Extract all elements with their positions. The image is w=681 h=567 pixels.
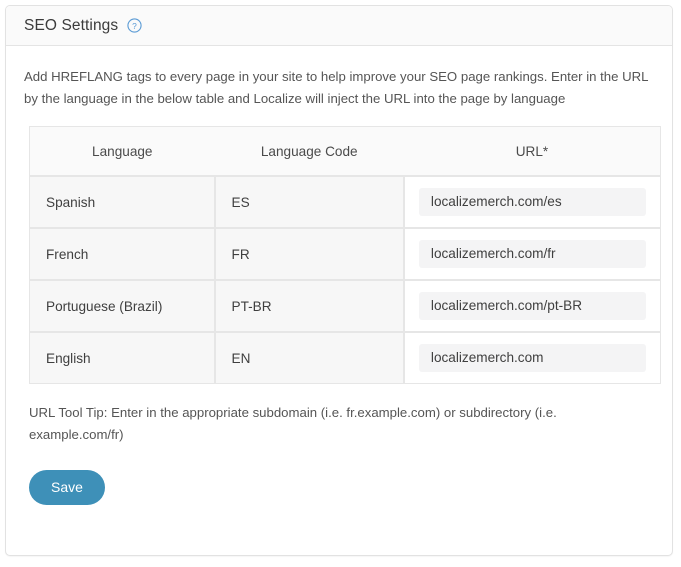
- cell-url: [403, 176, 661, 228]
- cell-language-code: FR: [214, 228, 404, 280]
- column-header-language: Language: [29, 126, 215, 176]
- url-input-english[interactable]: [418, 344, 646, 372]
- cell-language-code: ES: [214, 176, 404, 228]
- table-row: Portuguese (Brazil) PT-BR: [29, 280, 661, 332]
- url-tooltip-note: URL Tool Tip: Enter in the appropriate s…: [29, 405, 557, 442]
- card-body: Add HREFLANG tags to every page in your …: [6, 46, 672, 505]
- url-input-portuguese-brazil[interactable]: [418, 292, 646, 320]
- column-header-url: URL*: [403, 126, 661, 176]
- cell-language-code: EN: [214, 332, 404, 384]
- url-input-french[interactable]: [418, 240, 646, 268]
- svg-text:?: ?: [132, 21, 137, 31]
- cell-language: Spanish: [29, 176, 215, 228]
- table-row: Spanish ES: [29, 176, 661, 228]
- card-header: SEO Settings ?: [6, 6, 672, 46]
- help-circle-icon[interactable]: ?: [127, 18, 142, 33]
- cell-url: [403, 228, 661, 280]
- page-title: SEO Settings: [24, 16, 119, 34]
- column-header-language-code: Language Code: [214, 126, 404, 176]
- cell-url: [403, 332, 661, 384]
- cell-url: [403, 280, 661, 332]
- description-text: Add HREFLANG tags to every page in your …: [24, 69, 649, 106]
- table-row: English EN: [29, 332, 661, 384]
- table-row: French FR: [29, 228, 661, 280]
- cell-language-code: PT-BR: [214, 280, 404, 332]
- save-button[interactable]: Save: [29, 470, 105, 505]
- table-header-row: Language Language Code URL*: [29, 126, 661, 176]
- seo-settings-card: SEO Settings ? Add HREFLANG tags to ever…: [5, 5, 673, 556]
- cell-language: French: [29, 228, 215, 280]
- hreflang-table: Language Language Code URL* Spanish ES F…: [29, 126, 661, 384]
- cell-language: Portuguese (Brazil): [29, 280, 215, 332]
- url-input-spanish[interactable]: [418, 188, 646, 216]
- cell-language: English: [29, 332, 215, 384]
